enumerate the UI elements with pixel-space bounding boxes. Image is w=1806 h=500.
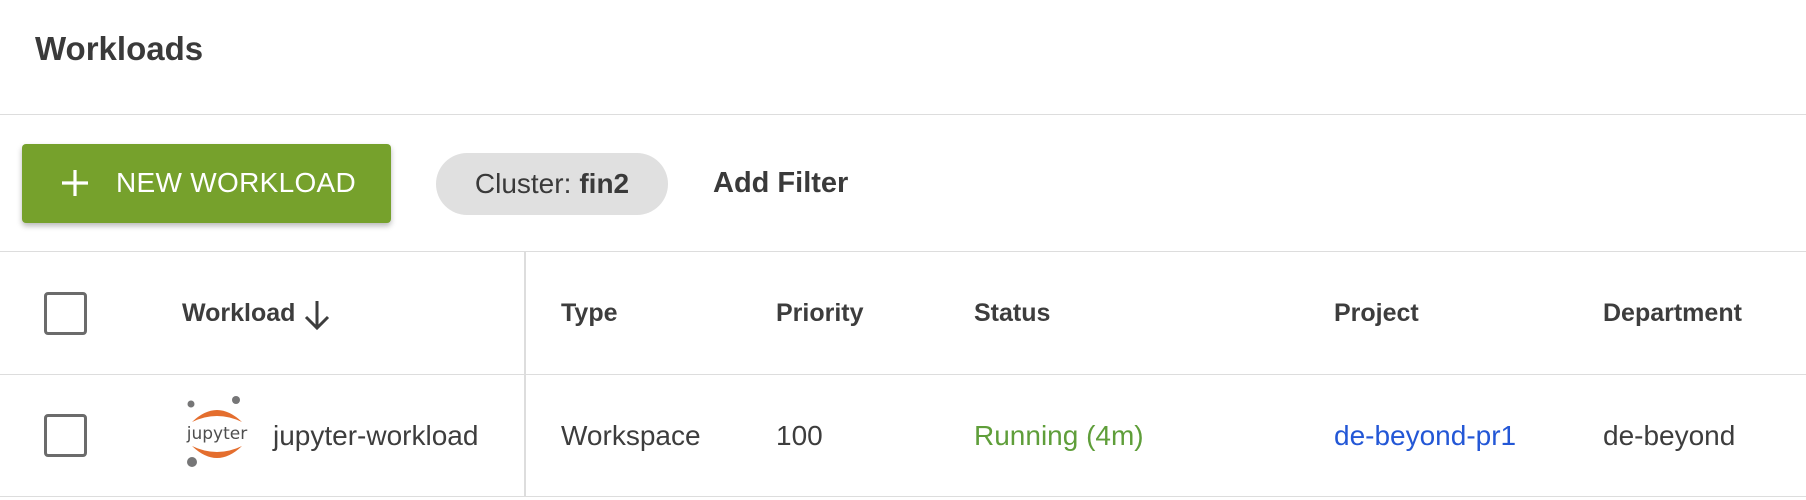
cell-project-link[interactable]: de-beyond-pr1 xyxy=(1334,420,1516,452)
chip-key: Cluster: xyxy=(474,168,572,199)
jupyter-logo-icon: jupyter xyxy=(186,396,247,467)
column-header-workload[interactable]: Workload xyxy=(182,299,295,328)
select-all-checkbox[interactable] xyxy=(44,292,87,335)
column-header-project[interactable]: Project xyxy=(1334,299,1419,328)
new-workload-label: NEW WORKLOAD xyxy=(116,167,357,198)
page-header: Workloads xyxy=(0,0,1806,115)
column-header-type[interactable]: Type xyxy=(561,299,618,328)
plus-icon xyxy=(62,170,88,196)
cell-status: Running (4m) xyxy=(974,420,1144,451)
column-header-priority[interactable]: Priority xyxy=(776,299,864,328)
cluster-filter-chip[interactable]: Cluster: fin2 xyxy=(436,153,668,215)
column-header-department[interactable]: Department xyxy=(1603,299,1742,328)
new-workload-button[interactable]: NEW WORKLOAD xyxy=(22,144,391,223)
add-filter-button[interactable]: Add Filter xyxy=(713,167,848,200)
workloads-table: Workload Type Priority Status Project De… xyxy=(0,252,1806,497)
sort-descending-icon[interactable] xyxy=(303,298,331,332)
row-checkbox[interactable] xyxy=(44,414,87,457)
cell-type: Workspace xyxy=(561,420,701,451)
column-divider[interactable] xyxy=(524,252,526,497)
jupyter-logo-text: jupyter xyxy=(186,424,247,444)
cell-priority: 100 xyxy=(776,420,823,451)
table-header-row: Workload Type Priority Status Project De… xyxy=(0,252,1806,375)
cell-department: de-beyond xyxy=(1603,420,1736,451)
page-title: Workloads xyxy=(35,30,204,67)
cell-workload[interactable]: jupyter-workload xyxy=(273,420,478,452)
column-header-status[interactable]: Status xyxy=(974,299,1050,328)
chip-value: fin2 xyxy=(579,168,630,199)
toolbar: NEW WORKLOAD Cluster: fin2 Add Filter xyxy=(0,115,1806,252)
table-row[interactable]: jupyter jupyter-workload Workspace 100 R… xyxy=(0,375,1806,497)
